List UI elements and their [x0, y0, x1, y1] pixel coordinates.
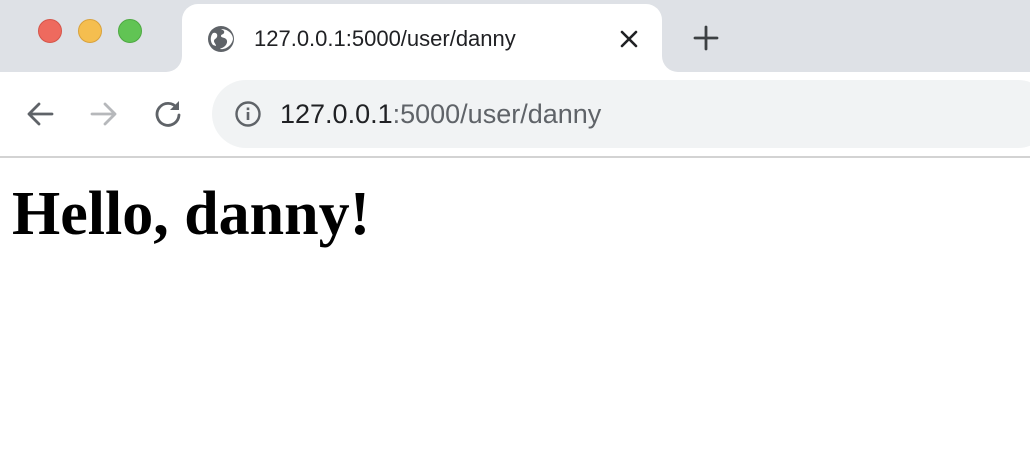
globe-icon: [206, 24, 236, 54]
forward-arrow-icon[interactable]: [86, 96, 122, 132]
url-host: 127.0.0.1: [280, 99, 393, 129]
close-icon[interactable]: [616, 26, 642, 52]
browser-window: 127.0.0.1:5000/user/danny 127.0.0.1:5000…: [0, 0, 1030, 468]
new-tab-plus-icon[interactable]: [690, 22, 722, 54]
info-icon[interactable]: [234, 100, 262, 128]
url-text: 127.0.0.1:5000/user/danny: [280, 98, 601, 130]
tab-title: 127.0.0.1:5000/user/danny: [254, 26, 516, 51]
window-maximize-button[interactable]: [118, 19, 142, 43]
tab-strip: 127.0.0.1:5000/user/danny: [0, 0, 1030, 72]
toolbar: 127.0.0.1:5000/user/danny: [0, 72, 1030, 156]
url-path: :5000/user/danny: [392, 99, 602, 129]
page-heading: Hello, danny!: [12, 180, 371, 248]
page-content: Hello, danny!: [0, 158, 1030, 468]
window-close-button[interactable]: [38, 19, 62, 43]
address-bar[interactable]: 127.0.0.1:5000/user/danny: [212, 80, 1030, 148]
back-arrow-icon[interactable]: [22, 96, 58, 132]
tab-active[interactable]: 127.0.0.1:5000/user/danny: [182, 4, 662, 72]
window-minimize-button[interactable]: [78, 19, 102, 43]
reload-icon[interactable]: [150, 96, 186, 132]
